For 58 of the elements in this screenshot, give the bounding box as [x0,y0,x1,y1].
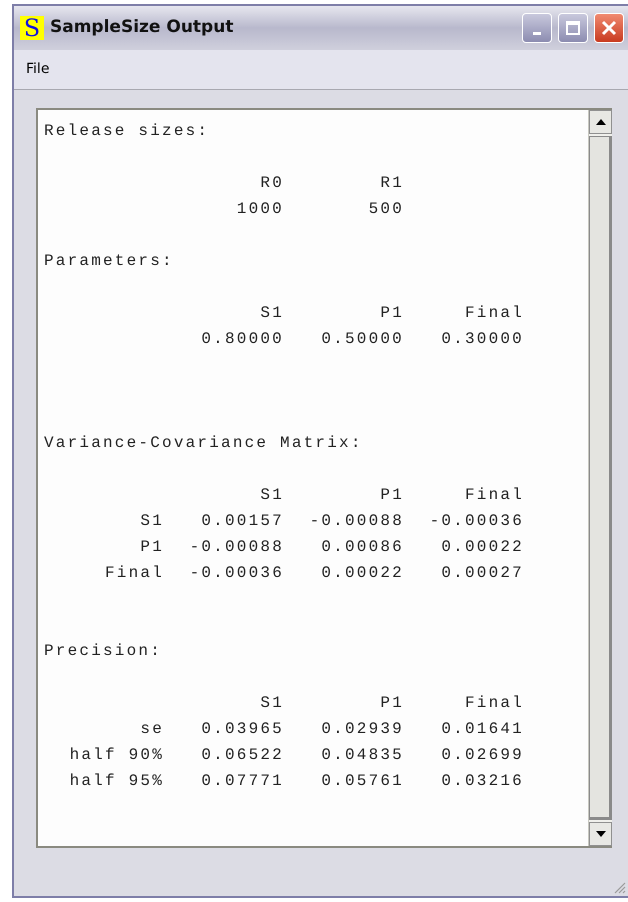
output-value: 0.02939 [320,719,404,740]
output-value: 0.00022 [320,563,404,584]
output-value: Final [464,485,524,506]
section-heading: Parameters: [44,251,174,272]
output-value: 0.30000 [440,329,524,350]
scroll-up-button[interactable] [589,110,612,134]
output-value: 0.50000 [320,329,404,350]
output-value: S1 [259,693,284,714]
scroll-down-button[interactable] [589,822,612,846]
output-value: 0.03216 [440,771,524,792]
output-value: S1 [259,303,284,324]
window-title: SampleSize Output [50,16,234,40]
maximize-button[interactable] [558,13,588,43]
output-value: -0.00088 [188,537,284,558]
output-value: S1 [259,485,284,506]
row-label: P1 [139,537,164,558]
output-value: -0.00036 [428,511,524,532]
output-value: P1 [379,303,404,324]
row-label: half 95% [68,771,164,792]
output-value: 1000 [236,199,284,220]
output-value: P1 [379,485,404,506]
section-heading: Variance-Covariance Matrix: [44,433,363,454]
output-value: Final [464,693,524,714]
output-value: 0.00022 [440,537,524,558]
section-heading: Release sizes: [44,121,210,142]
output-value: -0.00036 [188,563,284,584]
close-icon [601,20,617,36]
output-value: R0 [259,173,284,194]
output-value: -0.00088 [308,511,404,532]
minimize-button[interactable] [522,13,552,43]
output-value: 0.07771 [200,771,284,792]
output-value: 0.05761 [320,771,404,792]
row-label: se [139,719,164,740]
down-arrow-icon [596,831,606,837]
output-value: Final [464,303,524,324]
output-value: 500 [368,199,404,220]
output-value: 0.80000 [200,329,284,350]
menu-item[interactable]: File [22,59,54,80]
section-heading: Precision: [44,641,162,662]
maximize-icon [565,20,581,36]
output-value: 0.04835 [320,745,404,766]
app-icon: S [20,16,44,40]
close-button[interactable] [594,13,624,43]
output-value: 0.00027 [440,563,524,584]
output-value: 0.02699 [440,745,524,766]
minimize-icon [533,32,541,34]
output-value: 0.06522 [200,745,284,766]
output-value: P1 [379,693,404,714]
up-arrow-icon [596,119,606,125]
output-value: R1 [379,173,404,194]
output-value: 0.01641 [440,719,524,740]
row-label: S1 [139,511,164,532]
output-value: 0.00086 [320,537,404,558]
row-label: half 90% [68,745,164,766]
resize-grip-icon[interactable] [612,880,626,894]
output-value: 0.00157 [200,511,284,532]
row-label: Final [104,563,164,584]
output-value: 0.03965 [200,719,284,740]
